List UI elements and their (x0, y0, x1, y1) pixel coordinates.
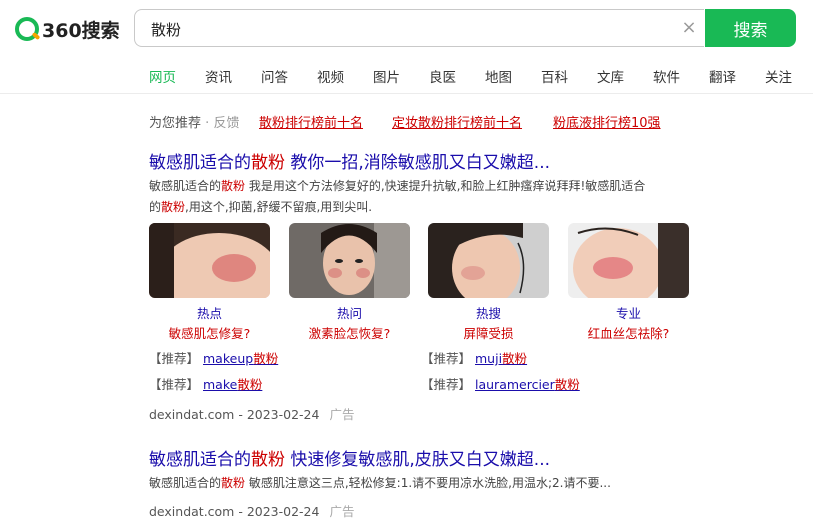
title-text: 快速修复敏感肌,皮肤又白又嫩超... (285, 450, 551, 470)
tuijian-link[interactable]: muji散粉 (475, 351, 527, 366)
thumb-category[interactable]: 热点 (149, 303, 270, 322)
title-text: 敏感肌适合的 (149, 450, 251, 470)
tuijian-keyword: 散粉 (253, 351, 279, 366)
tuijian-item: 【推荐】 makeup散粉 (149, 348, 278, 367)
tuijian-keyword: 散粉 (237, 377, 263, 392)
tab-baike[interactable]: 百科 (541, 66, 568, 86)
search-input[interactable] (149, 19, 653, 39)
tab-software[interactable]: 软件 (653, 66, 680, 86)
tuijian-text: make (203, 377, 238, 392)
recommend-link[interactable]: 散粉排行榜前十名 (259, 112, 363, 131)
snippet-text: 敏感肌适合的 (149, 179, 222, 193)
result-source: dexindat.com - 2023-02-24 广告 (149, 501, 354, 520)
result-snippet: 敏感肌适合的散粉 敏感肌注意这三点,轻松修复:1.请不要用凉水洗脸,用温水;2.… (149, 473, 709, 494)
tuijian-link[interactable]: makeup散粉 (203, 351, 278, 366)
tuijian-keyword: 散粉 (502, 351, 528, 366)
tuijian-link[interactable]: make散粉 (203, 377, 262, 392)
tuijian-keyword: 散粉 (554, 377, 580, 392)
tuijian-label: 【推荐】 (149, 377, 200, 392)
snippet-text: 敏感肌注意这三点,轻松修复:1.请不要用凉水洗脸,用温水;2.请不要... (245, 476, 611, 490)
recommend-sep: · (205, 116, 210, 131)
title-text: 敏感肌适合的 (149, 153, 251, 173)
recommend-label: 为您推荐 (149, 116, 202, 131)
logo[interactable]: 360搜索 (15, 15, 120, 43)
thumb-category[interactable]: 热搜 (428, 303, 549, 322)
snippet-text: 敏感肌适合的 (149, 476, 222, 490)
thumb-category[interactable]: 专业 (568, 303, 689, 322)
clear-icon[interactable]: × (680, 19, 698, 37)
snippet-keyword: 散粉 (221, 476, 246, 490)
tuijian-text: muji (475, 351, 503, 366)
snippet-keyword: 散粉 (221, 179, 246, 193)
title-keyword: 散粉 (251, 450, 285, 470)
thumbnail-image[interactable] (568, 223, 689, 298)
thumbnail-image[interactable] (149, 223, 270, 298)
tuijian-item: 【推荐】 lauramercier散粉 (421, 374, 580, 393)
snippet-line: 的散粉,用这个,抑菌,舒缓不留痕,用到尖叫. (149, 197, 709, 218)
feedback-link[interactable]: 反馈 (213, 116, 239, 131)
snippet-text: ,用这个,抑菌,舒缓不留痕,用到尖叫. (185, 200, 373, 214)
snippet-text: 我是用这个方法修复好的,快速提升抗敏,和脸上红肿瘙痒说拜拜!敏感肌适合 (245, 179, 646, 193)
logo-text: 360搜索 (42, 19, 120, 42)
tab-news[interactable]: 资讯 (205, 66, 232, 86)
source-url[interactable]: dexindat.com - 2023-02-24 (149, 407, 319, 422)
snippet-line: 敏感肌适合的散粉 我是用这个方法修复好的,快速提升抗敏,和脸上红肿瘙痒说拜拜!敏… (149, 176, 709, 197)
tab-health[interactable]: 良医 (429, 66, 456, 86)
search-box[interactable]: × (134, 9, 704, 47)
tab-translate[interactable]: 翻译 (709, 66, 736, 86)
ad-badge: 广告 (329, 504, 355, 519)
tab-map[interactable]: 地图 (485, 66, 512, 86)
tuijian-item: 【推荐】 make散粉 (149, 374, 262, 393)
thumb-question[interactable]: 敏感肌怎修复? (149, 323, 270, 342)
tuijian-label: 【推荐】 (149, 351, 200, 366)
tuijian-text: lauramercier (475, 377, 555, 392)
thumb-question[interactable]: 红血丝怎祛除? (568, 323, 689, 342)
snippet-text: 的 (149, 200, 162, 214)
tuijian-label: 【推荐】 (421, 377, 472, 392)
recommend-bar: 为您推荐 · 反馈 散粉排行榜前十名 定妆散粉排行榜前十名 粉底液排行榜10强 (149, 112, 661, 131)
search-button[interactable]: 搜索 (705, 9, 796, 47)
thumb-category[interactable]: 热问 (289, 303, 410, 322)
title-text: 教你一招,消除敏感肌又白又嫩超... (285, 153, 551, 173)
snippet-line: 敏感肌适合的散粉 敏感肌注意这三点,轻松修复:1.请不要用凉水洗脸,用温水;2.… (149, 473, 709, 494)
recommend-link[interactable]: 粉底液排行榜10强 (553, 112, 661, 131)
result-source: dexindat.com - 2023-02-24 广告 (149, 404, 354, 423)
tuijian-text: makeup (203, 351, 254, 366)
tuijian-link[interactable]: lauramercier散粉 (475, 377, 580, 392)
tab-web[interactable]: 网页 (149, 66, 176, 86)
recommend-link[interactable]: 定妆散粉排行榜前十名 (392, 112, 522, 131)
thumbnail-image[interactable] (428, 223, 549, 298)
thumb-question[interactable]: 屏障受损 (428, 323, 549, 342)
ad-badge: 广告 (329, 407, 355, 422)
snippet-keyword: 散粉 (161, 200, 186, 214)
tuijian-item: 【推荐】 muji散粉 (421, 348, 527, 367)
tab-wenku[interactable]: 文库 (597, 66, 624, 86)
tuijian-label: 【推荐】 (421, 351, 472, 366)
result-title[interactable]: 敏感肌适合的散粉 快速修复敏感肌,皮肤又白又嫩超... (149, 445, 550, 470)
result-snippet: 敏感肌适合的散粉 我是用这个方法修复好的,快速提升抗敏,和脸上红肿瘙痒说拜拜!敏… (149, 176, 709, 218)
tab-video[interactable]: 视频 (317, 66, 344, 86)
tab-qa[interactable]: 问答 (261, 66, 288, 86)
thumbnail-image[interactable] (289, 223, 410, 298)
thumb-question[interactable]: 激素脸怎恢复? (289, 323, 410, 342)
tab-images[interactable]: 图片 (373, 66, 400, 86)
logo-icon (15, 17, 41, 41)
result-title[interactable]: 敏感肌适合的散粉 教你一招,消除敏感肌又白又嫩超... (149, 148, 550, 173)
title-keyword: 散粉 (251, 153, 285, 173)
tabbar-divider (0, 93, 813, 94)
source-url[interactable]: dexindat.com - 2023-02-24 (149, 504, 319, 519)
tab-follow[interactable]: 关注 (765, 66, 792, 86)
header: 360搜索 × 搜索 (0, 0, 813, 56)
